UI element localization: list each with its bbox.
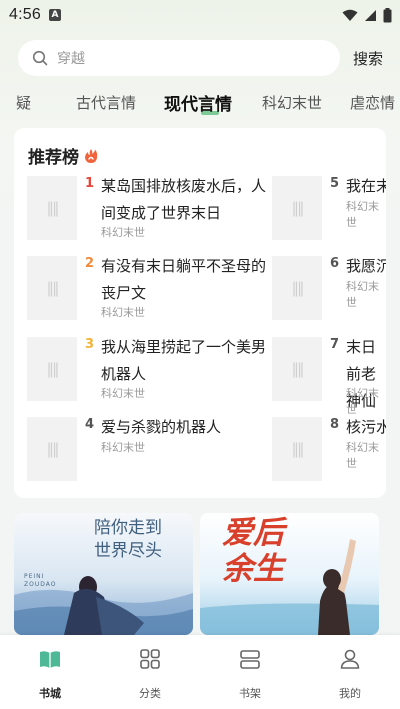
tab-mystery[interactable]: 疑	[16, 92, 31, 113]
book-category: 科幻末世	[101, 306, 145, 319]
tab-scifi-apocalypse[interactable]: 科幻末世	[262, 92, 322, 113]
banner-card[interactable]: 爱后余生	[200, 513, 379, 635]
book-title: 爱与杀戮的机器人	[101, 418, 222, 436]
book-cover: ‖‖	[27, 256, 77, 320]
fire-icon	[85, 148, 98, 163]
wifi-icon	[342, 9, 358, 21]
cover-placeholder: ‖‖	[291, 440, 305, 458]
cover-placeholder: ‖‖	[291, 360, 305, 378]
banner-card[interactable]: 陪你走到世界尽头 PEINI ZOUDAO	[14, 513, 193, 635]
search-icon	[32, 50, 48, 66]
book-category: 科幻末世	[346, 200, 379, 229]
tab-ancient-romance[interactable]: 古代言情	[76, 92, 136, 113]
rank-number: 1	[85, 176, 95, 191]
user-icon	[340, 649, 360, 669]
cover-placeholder: ‖‖	[46, 440, 60, 458]
category-tabs: 疑 古代言情 现代言情 科幻末世 虐恋情	[0, 88, 400, 118]
rank-number: 6	[330, 256, 340, 271]
book-item[interactable]: ‖‖ 7 末日前老神仙 科幻末世	[272, 337, 386, 416]
ranking-title-text: 推荐榜	[28, 148, 79, 168]
rank-number: 2	[85, 256, 95, 271]
book-category: 科幻末世	[346, 280, 379, 309]
banner-title: 陪你走到世界尽头	[94, 518, 162, 561]
book-category: 科幻末世	[101, 226, 145, 239]
banner-row: 陪你走到世界尽头 PEINI ZOUDAO 爱后余生	[14, 513, 386, 635]
book-category: 科幻末世	[346, 387, 379, 416]
book-cover: ‖‖	[272, 337, 322, 401]
battery-icon	[383, 7, 392, 22]
search-row: 穿越 搜索	[18, 40, 392, 76]
ranking-card: 推荐榜 ‖‖ 1 某岛国排放核废水后，人间变成了世界末日 科幻末世 ‖‖ 2 有…	[14, 128, 386, 498]
tab-angst-romance[interactable]: 虐恋情	[350, 92, 395, 113]
book-cover: ‖‖	[27, 176, 77, 240]
book-category: 科幻末世	[101, 441, 145, 454]
book-title: 某岛国排放核废水后，人间变成了世界末日	[101, 177, 267, 222]
banner-subtitle: PEINI ZOUDAO	[24, 573, 57, 588]
book-title: 有没有末日躺平不圣母的丧尸文	[101, 257, 267, 302]
rank-number: 3	[85, 337, 95, 352]
notification-icon: A	[48, 9, 61, 21]
book-title: 我在末	[346, 177, 386, 195]
grid-icon	[140, 649, 160, 669]
book-cover: ‖‖	[272, 176, 322, 240]
search-placeholder: 穿越	[57, 51, 85, 67]
book-category: 科幻末世	[101, 387, 145, 400]
nav-label: 书城	[39, 687, 61, 700]
ranking-title: 推荐榜	[28, 143, 98, 168]
book-item[interactable]: ‖‖ 1 某岛国排放核废水后，人间变成了世界末日 科幻末世	[27, 176, 267, 242]
rank-number: 8	[330, 417, 340, 432]
status-time: 4:56	[9, 6, 41, 23]
book-title: 我从海里捞起了一个美男机器人	[101, 338, 267, 383]
bottom-nav: 书城 分类 书架 我的	[0, 635, 400, 709]
nav-bookshelf[interactable]: 书架	[210, 647, 290, 701]
book-item[interactable]: ‖‖ 2 有没有末日躺平不圣母的丧尸文 科幻末世	[27, 256, 267, 322]
book-cover: ‖‖	[27, 417, 77, 481]
nav-label: 分类	[139, 687, 161, 700]
book-item[interactable]: ‖‖ 5 我在末 科幻末世	[272, 176, 386, 242]
signal-icon	[365, 9, 376, 21]
status-icons	[342, 7, 392, 23]
shelf-icon	[240, 650, 260, 669]
book-title: 我愿沉	[346, 257, 386, 275]
cover-placeholder: ‖‖	[46, 279, 60, 297]
book-icon	[40, 651, 60, 668]
rank-number: 5	[330, 176, 340, 191]
book-cover: ‖‖	[272, 256, 322, 320]
book-cover: ‖‖	[27, 337, 77, 401]
rank-number: 7	[330, 337, 340, 352]
cover-placeholder: ‖‖	[46, 360, 60, 378]
book-item[interactable]: ‖‖ 4 爱与杀戮的机器人 科幻末世	[27, 417, 267, 483]
book-item[interactable]: ‖‖ 8 核污水 科幻末世	[272, 417, 386, 483]
rank-number: 4	[85, 417, 95, 432]
book-category: 科幻末世	[346, 441, 379, 470]
book-item[interactable]: ‖‖ 3 我从海里捞起了一个美男机器人 科幻末世	[27, 337, 267, 403]
cover-placeholder: ‖‖	[291, 199, 305, 217]
cover-placeholder: ‖‖	[46, 199, 60, 217]
status-bar: 4:56 A	[0, 0, 400, 30]
book-cover: ‖‖	[272, 417, 322, 481]
search-button[interactable]: 搜索	[353, 48, 383, 69]
nav-category[interactable]: 分类	[110, 647, 190, 701]
book-item[interactable]: ‖‖ 6 我愿沉 科幻末世	[272, 256, 386, 322]
book-title: 核污水	[346, 418, 386, 436]
nav-label: 我的	[339, 687, 361, 700]
banner-title: 爱后余生	[222, 515, 284, 587]
nav-profile[interactable]: 我的	[310, 647, 390, 701]
tab-modern-romance[interactable]: 现代言情	[164, 90, 232, 115]
nav-label: 书架	[239, 687, 261, 700]
nav-bookstore[interactable]: 书城	[10, 647, 90, 701]
search-input[interactable]: 穿越	[18, 40, 340, 76]
cover-placeholder: ‖‖	[291, 279, 305, 297]
